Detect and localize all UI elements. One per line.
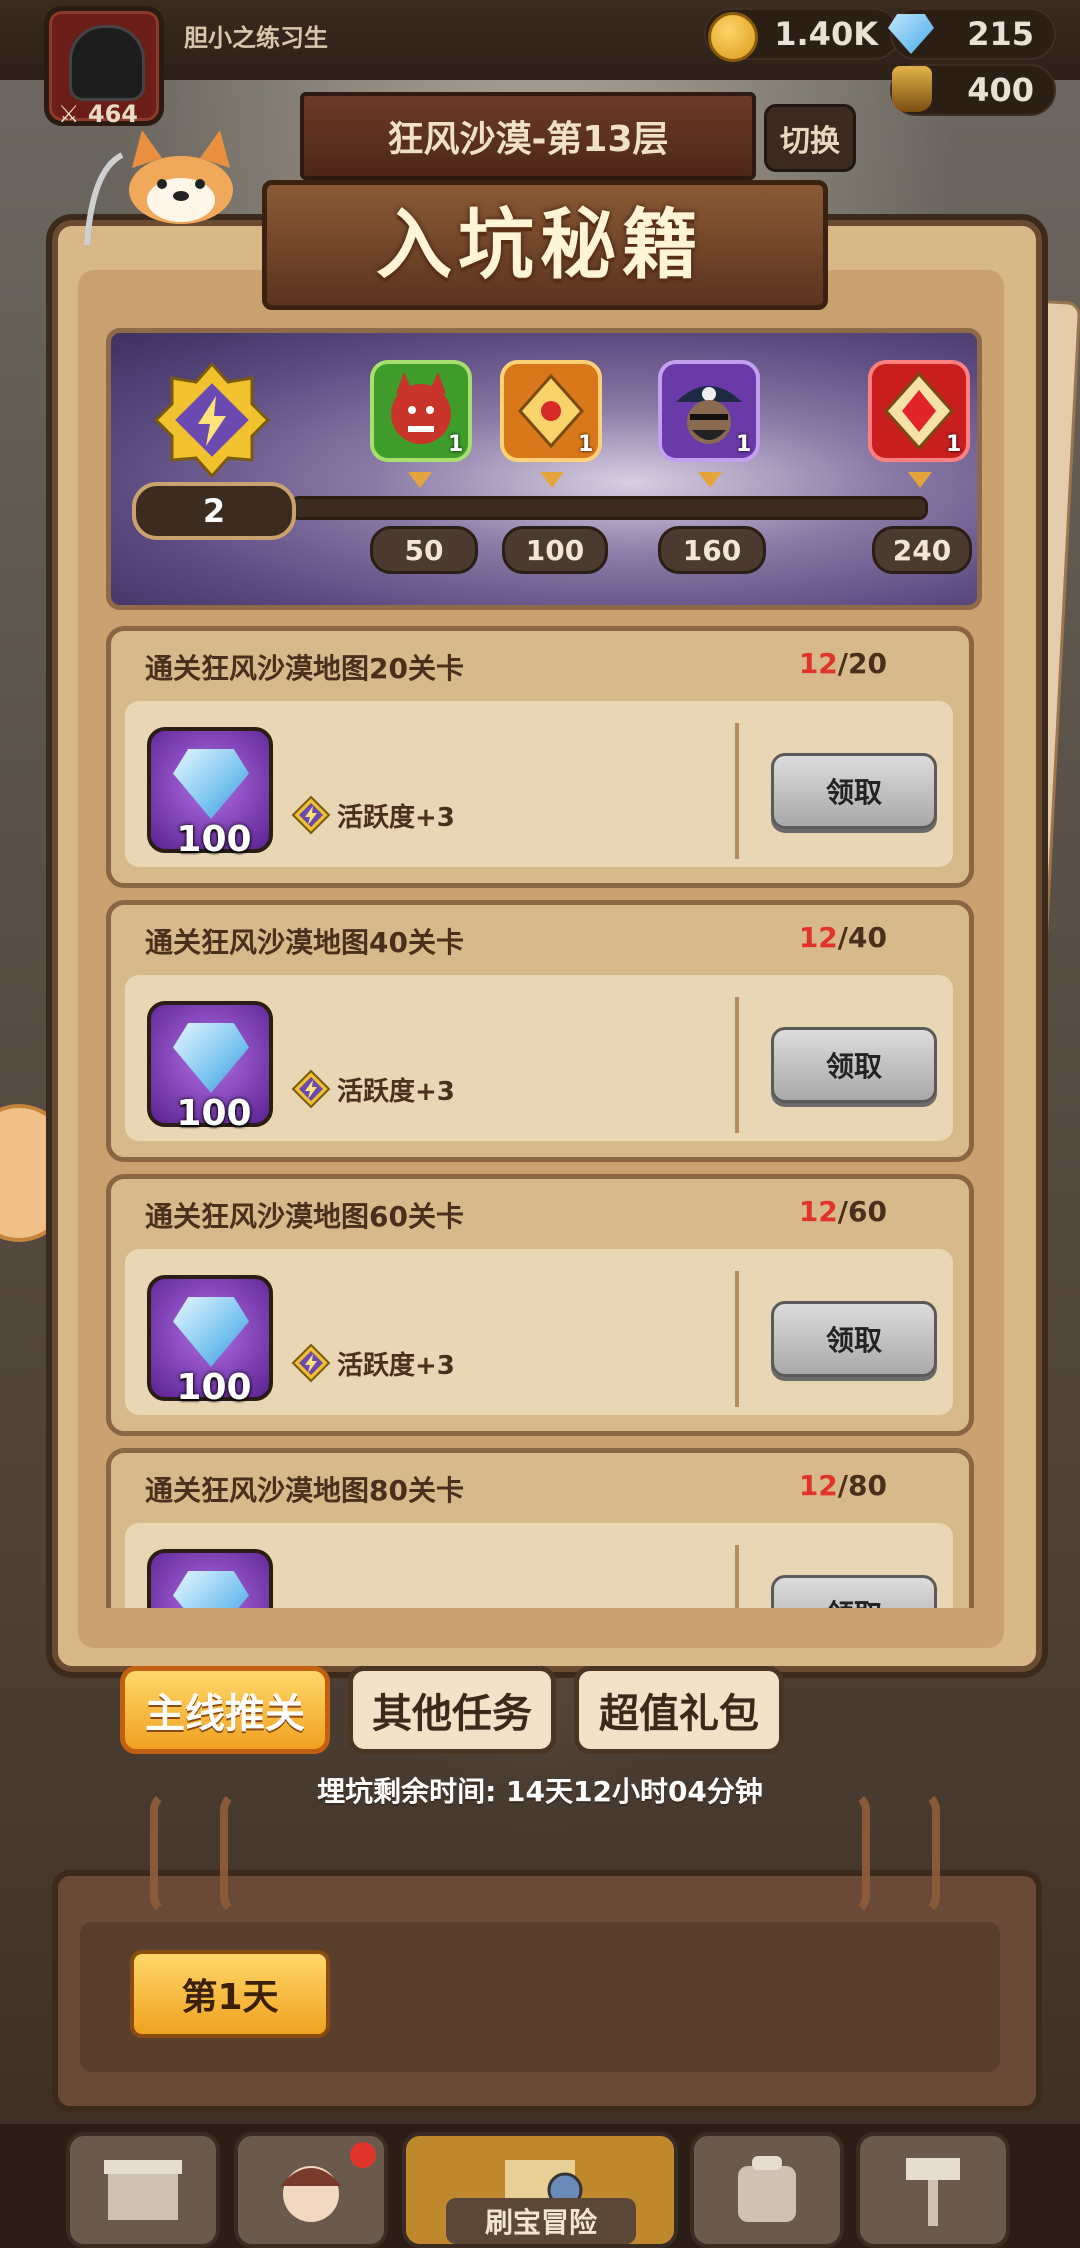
card-divider xyxy=(735,997,739,1133)
task-progress: 12/20 xyxy=(799,647,887,680)
reward-quantity: 100 xyxy=(176,1367,252,1408)
task-progress: 12/40 xyxy=(799,921,887,954)
task-card: 通关狂风沙漠地图20关卡 12/20 100 活跃度+3 领取 xyxy=(106,626,974,888)
task-progress-current: 12 xyxy=(798,921,838,954)
activity-progress-bar xyxy=(290,496,928,520)
task-progress-current: 12 xyxy=(798,1469,838,1502)
task-card: 通关狂风沙漠地图40关卡 12/40 100 活跃度+3 领取 xyxy=(106,900,974,1162)
task-progress-total: /60 xyxy=(837,1195,887,1228)
player-name: 胆小之练习生 xyxy=(184,24,328,52)
day-1-button[interactable]: 第1天 xyxy=(130,1950,330,2038)
activity-emblem-icon xyxy=(291,1343,331,1383)
gem-reward[interactable]: 100 xyxy=(147,727,273,860)
task-progress-current: 12 xyxy=(798,1195,838,1228)
nav-shop[interactable] xyxy=(66,2132,220,2248)
milestone-count: 1 xyxy=(578,432,594,457)
milestone-marker xyxy=(540,472,564,488)
diamond-icon xyxy=(173,749,249,819)
milestone-count: 1 xyxy=(946,432,962,457)
reward-quantity: 100 xyxy=(176,1093,252,1134)
gem-reward[interactable] xyxy=(147,1549,273,1608)
hero-portrait-icon xyxy=(280,2166,342,2222)
milestone-threshold: 100 xyxy=(502,526,608,574)
tab-other-tasks[interactable]: 其他任务 xyxy=(348,1666,556,1754)
activity-reward: 活跃度+3 xyxy=(291,795,455,835)
milestone-marker xyxy=(698,472,722,488)
claim-button[interactable]: 领取 xyxy=(771,1575,937,1608)
card-divider xyxy=(735,723,739,859)
gem-reward[interactable]: 100 xyxy=(147,1001,273,1134)
pickaxe-icon xyxy=(84,152,124,246)
diamond-icon xyxy=(173,1023,249,1093)
knight-helmet-icon xyxy=(69,25,145,101)
diamond-icon xyxy=(173,1297,249,1367)
activity-level: 2 xyxy=(132,482,296,540)
task-list[interactable]: 通关狂风沙漠地图20关卡 12/20 100 活跃度+3 领取 通关狂风沙漠地图… xyxy=(106,620,976,1608)
coin-value: 1.40K xyxy=(774,15,878,53)
activity-emblem-icon xyxy=(291,795,331,835)
switch-stage-button[interactable]: 切换 xyxy=(764,104,856,172)
corgi-mascot-icon xyxy=(129,130,233,224)
activity-reward: 活跃度+3 xyxy=(291,1343,455,1383)
activity-emblem-icon xyxy=(153,361,271,479)
task-title: 通关狂风沙漠地图40关卡 xyxy=(145,926,464,959)
milestone-marker xyxy=(408,472,432,488)
task-progress: 12/80 xyxy=(799,1469,887,1502)
task-title: 通关狂风沙漠地图60关卡 xyxy=(145,1200,464,1233)
ring-binding xyxy=(900,1790,940,1916)
task-progress-total: /80 xyxy=(837,1469,887,1502)
card-divider xyxy=(735,1271,739,1407)
nav-active-label: 刷宝冒险 xyxy=(446,2198,636,2244)
nav-hero[interactable] xyxy=(234,2132,388,2248)
milestone-count: 1 xyxy=(736,432,752,457)
notification-dot xyxy=(350,2142,376,2168)
task-card: 通关狂风沙漠地图60关卡 12/60 100 活跃度+3 领取 xyxy=(106,1174,974,1436)
panel-title: 入坑秘籍 xyxy=(376,200,704,289)
milestone-threshold: 50 xyxy=(370,526,478,574)
claim-button[interactable]: 领取 xyxy=(771,753,937,829)
activity-text: 活跃度+3 xyxy=(337,1350,455,1381)
stage-title: 狂风沙漠-第13层 xyxy=(300,92,756,180)
card-divider xyxy=(735,1545,739,1608)
gem-value: 215 xyxy=(967,15,1034,53)
tab-main-progress[interactable]: 主线推关 xyxy=(120,1666,330,1754)
activity-text: 活跃度+3 xyxy=(337,802,455,833)
potion-icon xyxy=(892,66,932,112)
reward-quantity: 100 xyxy=(176,819,252,860)
ring-binding xyxy=(150,1790,190,1916)
milestone-threshold: 240 xyxy=(872,526,972,574)
task-progress-total: /20 xyxy=(837,647,887,680)
tab-value-packs[interactable]: 超值礼包 xyxy=(574,1666,784,1754)
task-progress-total: /40 xyxy=(837,921,887,954)
coin-icon xyxy=(708,12,758,62)
player-power: ⚔ 464 xyxy=(58,100,138,128)
hammer-icon xyxy=(906,2158,960,2226)
shop-icon xyxy=(104,2160,182,2220)
claim-button[interactable]: 领取 xyxy=(771,1027,937,1103)
task-title: 通关狂风沙漠地图20关卡 xyxy=(145,652,464,685)
task-progress: 12/60 xyxy=(799,1195,887,1228)
backpack-icon xyxy=(738,2156,796,2222)
task-card: 通关狂风沙漠地图80关卡 12/80 领取 xyxy=(106,1448,974,1608)
activity-reward: 活跃度+3 xyxy=(291,1069,455,1109)
potion-value: 400 xyxy=(967,71,1034,109)
power-value: 464 xyxy=(87,100,138,128)
diamond-icon xyxy=(173,1571,249,1608)
ring-binding xyxy=(220,1790,260,1916)
task-title: 通关狂风沙漠地图80关卡 xyxy=(145,1474,464,1507)
milestone-marker xyxy=(908,472,932,488)
gem-reward[interactable]: 100 xyxy=(147,1275,273,1408)
activity-text: 活跃度+3 xyxy=(337,1076,455,1107)
nav-backpack[interactable] xyxy=(690,2132,844,2248)
task-progress-current: 12 xyxy=(798,647,838,680)
ring-binding xyxy=(830,1790,870,1916)
milestone-threshold: 160 xyxy=(658,526,766,574)
claim-button[interactable]: 领取 xyxy=(771,1301,937,1377)
milestone-count: 1 xyxy=(448,432,464,457)
nav-forge[interactable] xyxy=(856,2132,1010,2248)
activity-emblem-icon xyxy=(291,1069,331,1109)
